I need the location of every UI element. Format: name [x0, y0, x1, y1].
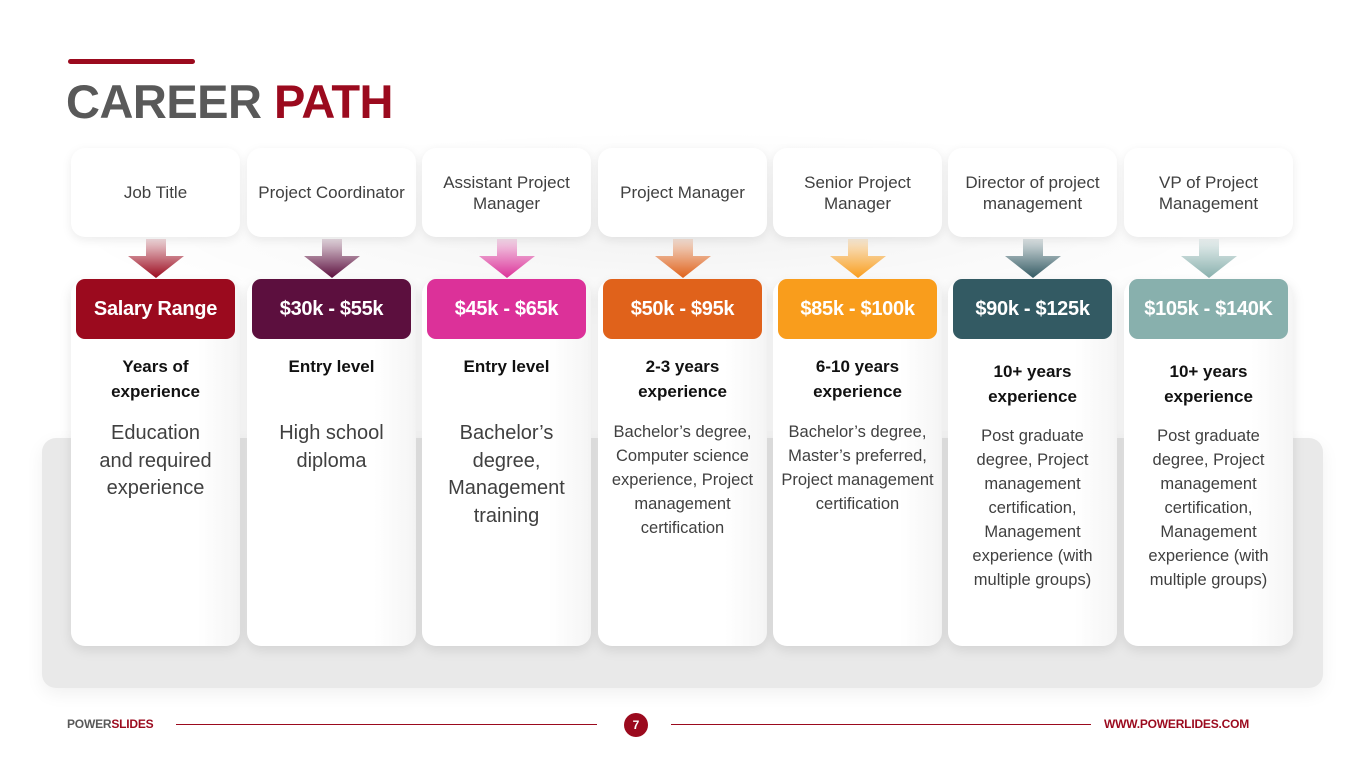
- job-title: Project Manager: [620, 183, 745, 202]
- experience-level: Entry level: [463, 357, 550, 376]
- salary-range: Salary Range: [93, 297, 218, 320]
- requirements-text: Bachelor’s degree, Master’s preferred, P…: [781, 423, 934, 513]
- salary-badge: $85k - $100k: [778, 279, 937, 339]
- career-column: Senior Project Manager $85k - $100k 6-10…: [773, 148, 942, 648]
- salary-badge: $50k - $95k: [603, 279, 762, 339]
- job-title: Job Title: [123, 183, 188, 202]
- title-part-2: PATH: [274, 75, 393, 128]
- title-accent-bar: [68, 59, 195, 64]
- experience-level: 10+ years experience: [988, 362, 1077, 406]
- career-column: Project Manager $50k - $95k 2-3 years ex…: [598, 148, 767, 648]
- job-title: VP of Project Management: [1158, 172, 1259, 213]
- down-arrow-icon: [830, 239, 886, 278]
- job-title-card: Project Manager: [598, 148, 767, 237]
- salary-badge: $90k - $125k: [953, 279, 1112, 339]
- brand-part-1: POWER: [67, 717, 112, 731]
- job-title-card: VP of Project Management: [1124, 148, 1293, 237]
- footer-divider-left: [176, 724, 597, 725]
- footer-brand: POWERSLIDES: [67, 717, 154, 731]
- career-column: Assistant Project Manager $45k - $65k En…: [422, 148, 591, 648]
- down-arrow-icon: [655, 239, 711, 278]
- salary-range: $50k - $95k: [630, 297, 735, 320]
- job-title: Assistant Project Manager: [443, 172, 570, 213]
- down-arrow-icon: [1005, 239, 1061, 278]
- down-arrow-icon: [304, 239, 360, 278]
- job-title-card: Senior Project Manager: [773, 148, 942, 237]
- salary-badge: $105k - $140K: [1129, 279, 1288, 339]
- down-arrow-icon: [1181, 239, 1237, 278]
- job-title-card: Assistant Project Manager: [422, 148, 591, 237]
- experience-level: 10+ years experience: [1164, 362, 1253, 406]
- job-title: Project Coordinator: [258, 183, 405, 202]
- title-part-1: CAREER: [66, 75, 262, 128]
- down-arrow-icon: [128, 239, 184, 278]
- page-number-badge: 7: [624, 713, 648, 737]
- career-column: Job Title Salary Range Years of experien…: [71, 148, 240, 648]
- salary-badge: Salary Range: [76, 279, 235, 339]
- brand-part-2: SLIDES: [111, 717, 154, 731]
- job-title-card: Job Title: [71, 148, 240, 237]
- job-title-card: Director of project management: [948, 148, 1117, 237]
- requirements-text: Bachelor’s degree, Computer science expe…: [611, 423, 754, 537]
- requirements-text: Post graduate degree, Project management…: [1148, 427, 1269, 589]
- salary-range: $45k - $65k: [454, 297, 559, 320]
- down-arrow-icon: [479, 239, 535, 278]
- requirements-text: Post graduate degree, Project management…: [972, 427, 1093, 589]
- salary-range: $30k - $55k: [279, 297, 384, 320]
- job-title: Director of project management: [965, 172, 1100, 213]
- salary-range: $105k - $140K: [1144, 297, 1273, 320]
- career-column: Project Coordinator $30k - $55k Entry le…: [247, 148, 416, 648]
- experience-level: Entry level: [288, 357, 375, 376]
- career-column: Director of project management $90k - $1…: [948, 148, 1117, 648]
- salary-badge: $45k - $65k: [427, 279, 586, 339]
- footer-divider-right: [671, 724, 1091, 725]
- salary-badge: $30k - $55k: [252, 279, 411, 339]
- requirements-text: Bachelor’s degree, Management training: [448, 422, 565, 527]
- salary-range: $85k - $100k: [800, 297, 915, 320]
- job-title-card: Project Coordinator: [247, 148, 416, 237]
- footer-url[interactable]: WWW.POWERLIDES.COM: [1104, 717, 1249, 731]
- career-column: VP of Project Management $105k - $140K 1…: [1124, 148, 1293, 648]
- experience-level: 2-3 years experience: [638, 357, 727, 401]
- requirements-text: High school diploma: [279, 422, 384, 472]
- job-title: Senior Project Manager: [804, 172, 911, 213]
- requirements-text: Education and required experience: [99, 422, 212, 499]
- salary-range: $90k - $125k: [975, 297, 1090, 320]
- page-title: CAREER PATH: [66, 74, 393, 130]
- experience-level: Years of experience: [111, 357, 200, 401]
- experience-level: 6-10 years experience: [813, 357, 902, 401]
